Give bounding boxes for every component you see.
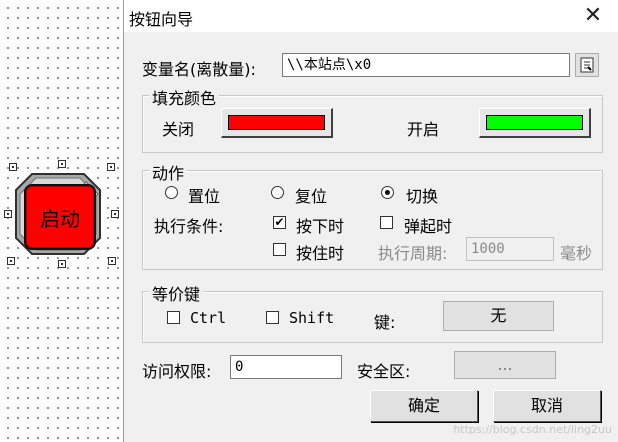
variable-browse-icon [580, 57, 594, 73]
resize-handle-bottom-left[interactable] [7, 257, 15, 265]
resize-handle-right[interactable] [111, 210, 119, 218]
toggle-radio-label: 切换 [406, 187, 439, 206]
variable-input[interactable]: \\本站点\x0 [282, 53, 570, 77]
variable-label: 变量名(离散量): [142, 60, 256, 79]
toggle-radio[interactable] [381, 186, 394, 199]
resize-handle-top-left[interactable] [9, 163, 17, 171]
ctrl-label: Ctrl [190, 309, 227, 327]
resize-handle-top-right[interactable] [107, 163, 115, 171]
hold-checkbox[interactable] [273, 243, 286, 256]
hold-label: 按住时 [296, 244, 345, 263]
on-color-swatch [486, 115, 583, 130]
design-canvas[interactable]: 启动 [0, 0, 124, 442]
shift-checkbox[interactable] [266, 311, 279, 324]
resize-handle-top[interactable] [58, 160, 66, 168]
close-icon[interactable]: ✕ [578, 2, 608, 30]
shift-label: Shift [289, 309, 335, 327]
off-color-swatch [228, 115, 325, 130]
access-input[interactable]: 0 [230, 355, 342, 379]
reset-radio-label: 复位 [295, 187, 328, 206]
access-label: 访问权限: [142, 362, 212, 381]
safe-zone-label: 安全区: [357, 362, 411, 381]
set-radio[interactable] [165, 186, 178, 199]
press-down-label: 按下时 [296, 217, 345, 236]
action-title: 动作 [149, 160, 188, 184]
set-radio-label: 置位 [188, 187, 221, 206]
press-down-checkbox[interactable]: ✔ [273, 216, 286, 229]
start-button[interactable]: 启动 [24, 184, 96, 250]
button-wizard-dialog: 按钮向导 ✕ 变量名(离散量): \\本站点\x0 填充颜色 关闭 开启 动作 … [124, 0, 618, 442]
resize-handle-left[interactable] [4, 210, 12, 218]
period-unit: 毫秒 [560, 244, 593, 263]
pop-up-label: 弹起时 [404, 217, 453, 236]
period-label: 执行周期: [378, 244, 448, 263]
on-color-button[interactable] [479, 108, 591, 138]
watermark-text: https://blog.csdn.net/ling2uu [453, 423, 612, 436]
start-button-label: 启动 [40, 206, 80, 231]
on-color-label: 开启 [407, 120, 440, 139]
ctrl-checkbox[interactable] [167, 311, 180, 324]
dialog-title: 按钮向导 [129, 10, 194, 29]
off-color-button[interactable] [221, 108, 333, 138]
resize-handle-bottom-right[interactable] [108, 257, 116, 265]
cancel-button[interactable]: 取消 [493, 390, 601, 422]
title-bar: 按钮向导 ✕ [124, 0, 618, 32]
reset-radio[interactable] [271, 186, 284, 199]
safe-zone-button[interactable]: ... [454, 351, 556, 379]
variable-browse-button[interactable] [575, 53, 599, 77]
hotkey-title: 等价键 [149, 281, 204, 305]
key-label: 键: [374, 313, 396, 332]
condition-label: 执行条件: [154, 217, 224, 236]
fill-color-title: 填充颜色 [149, 85, 220, 109]
off-color-label: 关闭 [162, 120, 195, 139]
pop-up-checkbox[interactable] [380, 216, 393, 229]
ok-button[interactable]: 确定 [370, 390, 478, 422]
resize-handle-bottom[interactable] [58, 260, 66, 268]
period-input[interactable]: 1000 [466, 237, 554, 261]
key-select-button[interactable]: 无 [443, 301, 554, 331]
